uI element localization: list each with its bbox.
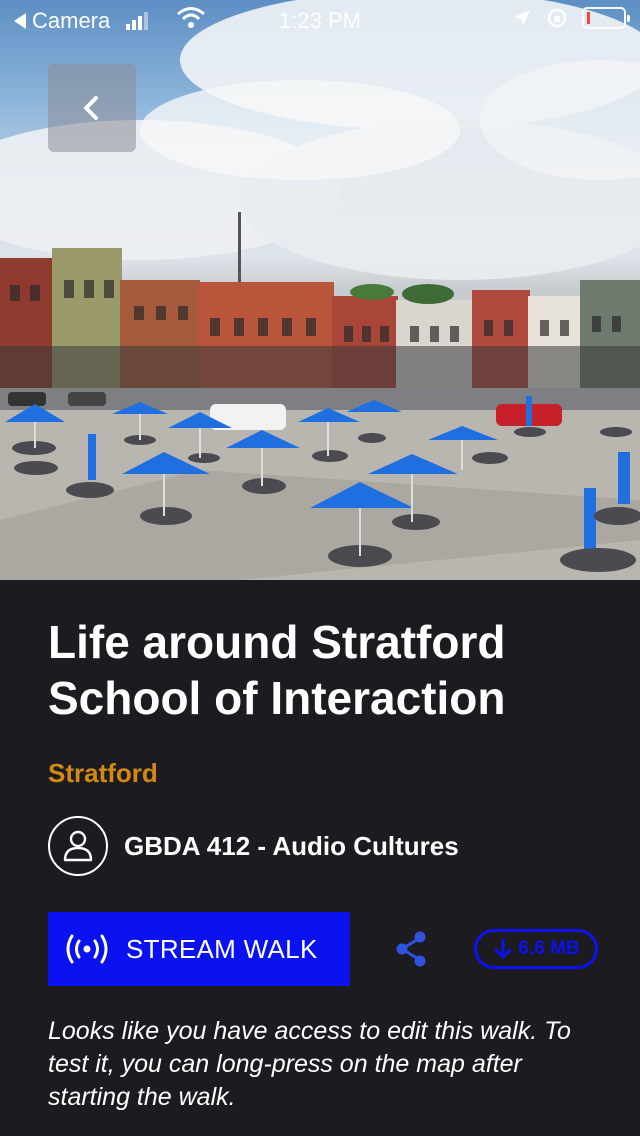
status-right-icons — [512, 7, 630, 29]
download-button[interactable]: 6.6 MB — [474, 929, 598, 969]
walk-title: Life around Stratford School of Interact… — [48, 616, 506, 724]
avatar — [48, 816, 108, 876]
broadcast-icon — [66, 934, 108, 964]
arrow-down-icon — [494, 939, 513, 959]
stream-walk-button[interactable]: STREAM WALK — [48, 912, 350, 986]
share-icon[interactable] — [394, 930, 428, 968]
walk-city: Stratford — [48, 758, 158, 788]
walk-detail-screen: Camera 1:23 PM Life around Stratford Sch… — [0, 0, 640, 1136]
orientation-lock-icon — [547, 8, 567, 28]
status-bar: Camera 1:23 PM — [0, 0, 640, 40]
battery-icon — [582, 7, 630, 29]
edit-access-note: Looks like you have access to edit this … — [48, 1017, 571, 1111]
stream-walk-label: STREAM WALK — [126, 933, 318, 964]
chevron-left-icon — [84, 96, 98, 120]
download-size: 6.6 MB — [518, 938, 580, 959]
person-icon — [63, 830, 93, 862]
back-button[interactable] — [48, 64, 136, 152]
course-name: GBDA 412 - Audio Cultures — [124, 830, 459, 861]
walk-course[interactable]: GBDA 412 - Audio Cultures — [48, 816, 459, 876]
location-arrow-icon — [514, 10, 530, 26]
